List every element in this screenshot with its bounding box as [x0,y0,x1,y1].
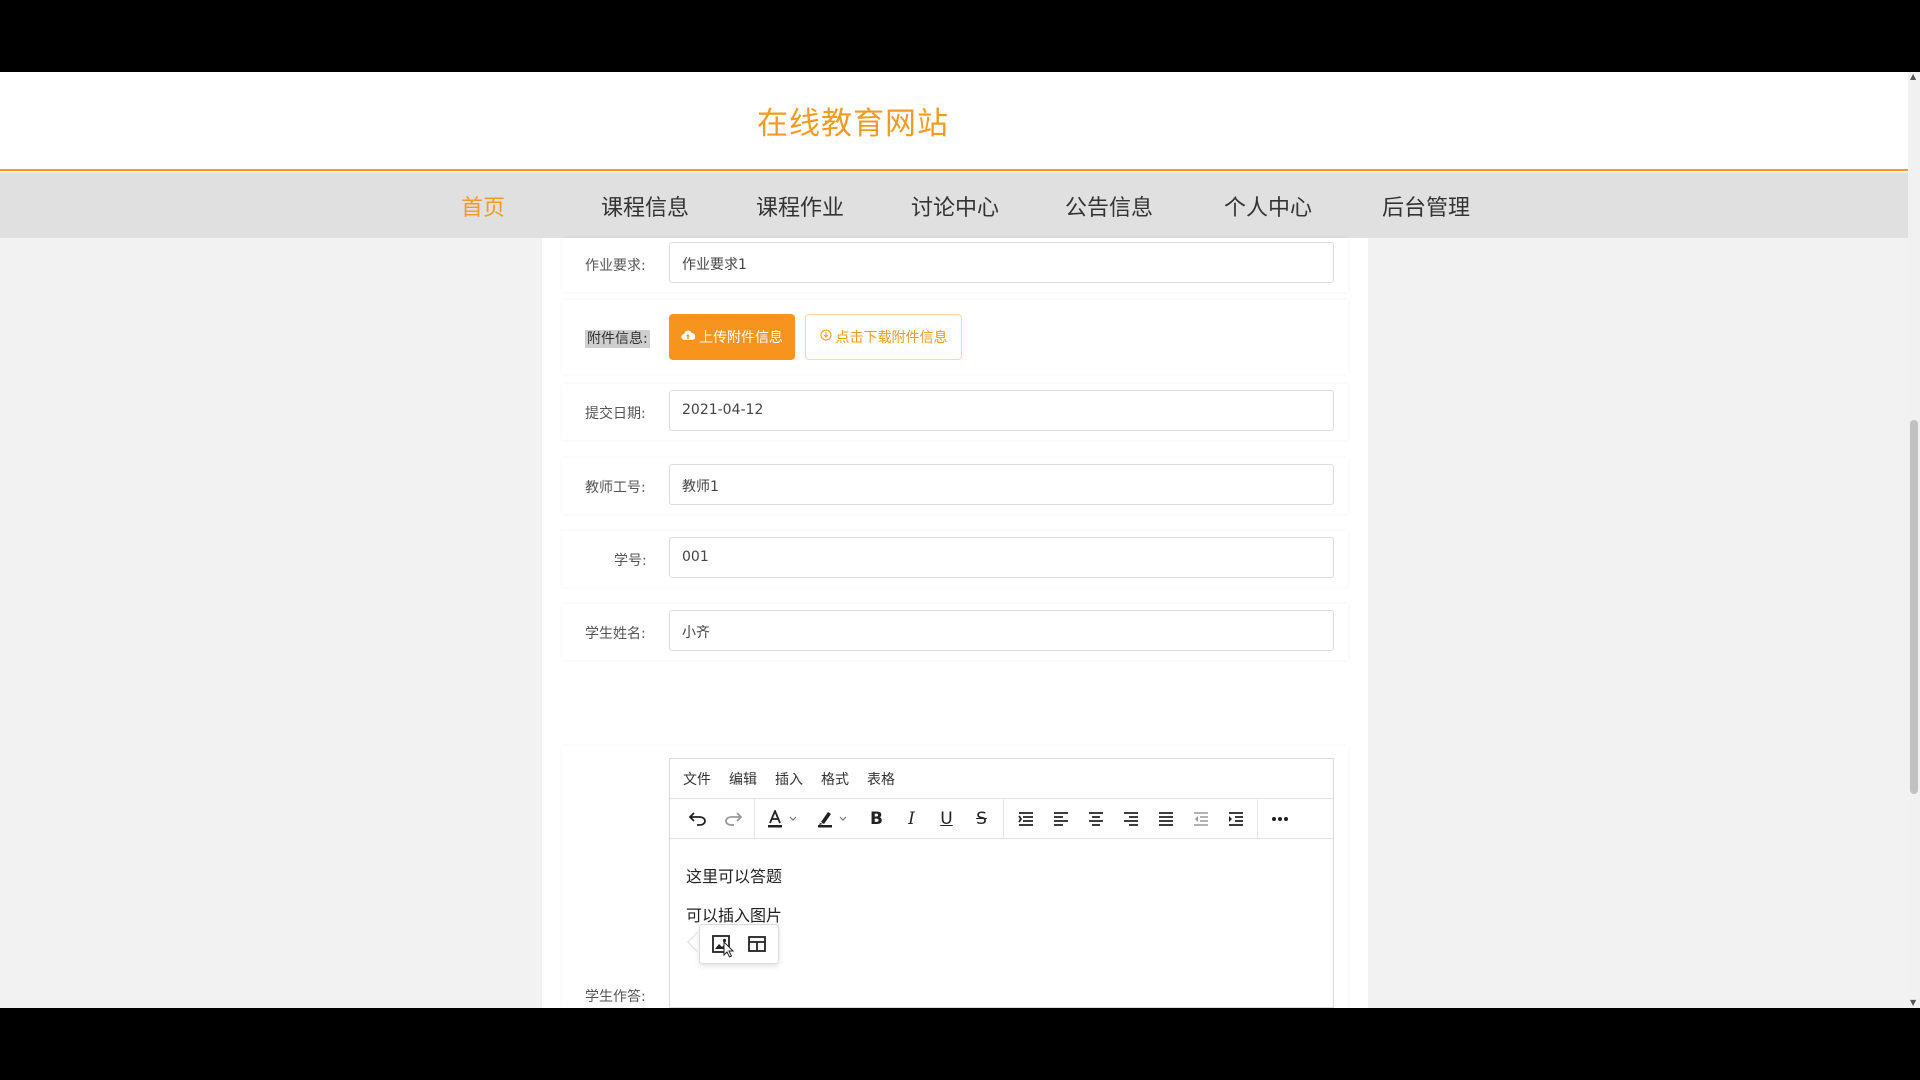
teacher-id-label: 教师工号: [585,480,646,496]
align-right-icon[interactable] [1113,803,1148,835]
site-title: 在线教育网站 [757,106,949,142]
upload-attachment-button[interactable]: 上传附件信息 [669,314,795,360]
nav-item-announcements[interactable]: 公告信息 [1065,190,1153,222]
toolbar-group-more [1258,799,1301,839]
scroll-thumb[interactable] [1910,420,1918,794]
nav-item-discussion[interactable]: 讨论中心 [911,190,999,222]
bold-icon[interactable]: B [859,803,894,835]
attachment-label-wrap: 附件信息: [585,328,650,348]
quick-insert-toolbar [699,924,779,964]
line-height-icon[interactable] [1008,803,1043,835]
nav-item-home[interactable]: 首页 [461,190,505,222]
student-name-field[interactable]: 小齐 [669,610,1334,651]
student-name-label: 学生姓名: [585,626,646,642]
nav-item-personal-center[interactable]: 个人中心 [1224,190,1312,222]
student-no-label: 学号: [614,553,647,569]
undo-icon[interactable] [680,803,715,835]
editor-paragraph: 这里可以答题 [686,867,783,886]
toolbar-group-color: B I U S [755,798,1004,839]
outdent-icon[interactable] [1183,803,1218,835]
menu-file[interactable]: 文件 [683,769,711,789]
menu-edit[interactable]: 编辑 [729,769,757,789]
submit-date-label: 提交日期: [585,406,646,422]
menu-format[interactable]: 格式 [821,769,849,789]
italic-icon[interactable]: I [894,803,929,835]
text-color-icon[interactable] [759,803,809,835]
cloud-upload-icon [681,329,696,345]
highlight-icon[interactable] [809,803,859,835]
nav-item-course-homework[interactable]: 课程作业 [756,190,844,222]
student-answer-label: 学生作答: [585,989,646,1005]
more-icon[interactable] [1262,803,1297,835]
site-header: 在线教育网站 [0,72,1908,171]
nav-item-admin[interactable]: 后台管理 [1382,190,1470,222]
upload-attachment-label: 上传附件信息 [699,330,783,346]
rich-text-editor: 文件 编辑 插入 格式 表格 B I U S 这里可以答题 可以插入图片 [669,758,1334,1008]
letterbox-top [0,0,1920,72]
browser-viewport: 在线教育网站 首页 课程信息 课程作业 讨论中心 公告信息 个人中心 后台管理 … [0,72,1920,1008]
scroll-up-icon[interactable]: ▲ [1910,72,1916,81]
table-icon[interactable] [742,928,772,960]
align-justify-icon[interactable] [1148,803,1183,835]
indent-icon[interactable] [1218,803,1253,835]
toolbar-group-align [1004,798,1258,839]
main-content: 作业要求: 作业要求1 附件信息: 上传附件信息 点击下载附件信息 提交日期: … [0,238,1908,1008]
menu-table[interactable]: 表格 [867,769,895,789]
student-no-field[interactable]: 001 [669,537,1334,578]
redo-icon[interactable] [715,803,750,835]
editor-menubar: 文件 编辑 插入 格式 表格 [670,759,1333,799]
align-left-icon[interactable] [1043,803,1078,835]
underline-icon[interactable]: U [929,803,964,835]
letterbox-bottom [0,1008,1920,1080]
requirement-label: 作业要求: [585,258,646,274]
main-nav: 首页 课程信息 课程作业 讨论中心 公告信息 个人中心 后台管理 [0,173,1908,238]
download-attachment-button[interactable]: 点击下载附件信息 [805,314,962,360]
page-scrollbar[interactable]: ▲ ▼ [1908,72,1920,1008]
download-attachment-label: 点击下载附件信息 [835,330,948,346]
mouse-cursor [723,940,735,963]
scroll-down-icon[interactable]: ▼ [1910,998,1916,1007]
menu-insert[interactable]: 插入 [775,769,803,789]
nav-item-course-info[interactable]: 课程信息 [601,190,689,222]
requirement-field[interactable]: 作业要求1 [669,242,1334,283]
editor-paragraph: 可以插入图片 [686,906,783,925]
attachment-label: 附件信息: [585,330,650,348]
toolbar-group-history [676,798,755,839]
teacher-id-field[interactable]: 教师1 [669,464,1334,505]
strikethrough-icon[interactable]: S [964,803,999,835]
editor-toolbar: B I U S [670,798,1333,839]
submit-date-field[interactable]: 2021-04-12 [669,390,1334,431]
download-circle-icon [820,329,832,345]
align-center-icon[interactable] [1078,803,1113,835]
